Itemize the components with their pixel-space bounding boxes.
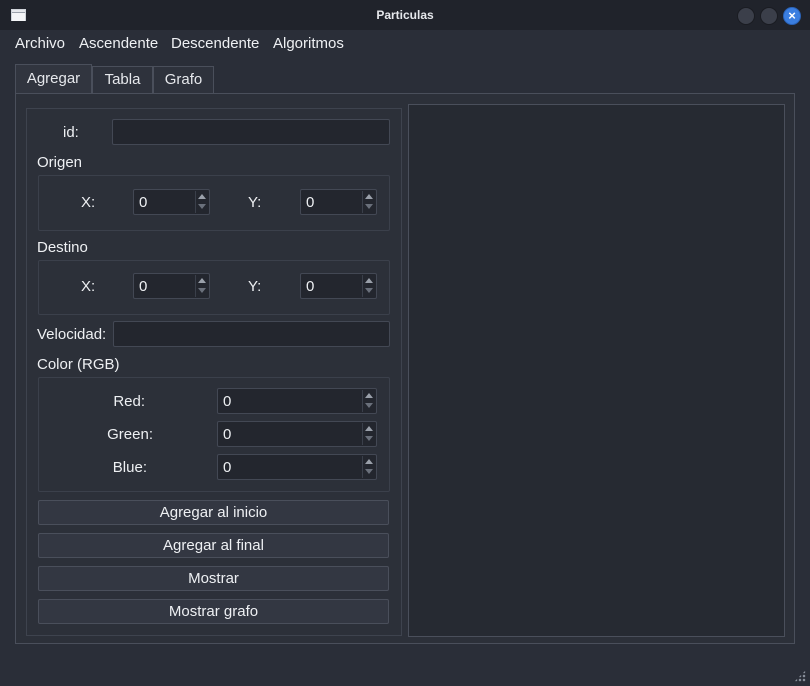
tab-grafo[interactable]: Grafo: [153, 66, 214, 93]
tab-agregar[interactable]: Agregar: [15, 64, 92, 94]
chevron-up-icon[interactable]: [365, 278, 373, 283]
destino-x-value: 0: [139, 278, 148, 295]
velocidad-label: Velocidad:: [37, 326, 107, 343]
origen-x-spinbox[interactable]: 0: [133, 189, 210, 215]
close-button[interactable]: ×: [783, 7, 801, 25]
red-label: Red:: [113, 393, 145, 410]
origen-y-value: 0: [306, 194, 315, 211]
spin-arrows[interactable]: [362, 456, 375, 478]
chevron-down-icon[interactable]: [365, 436, 373, 441]
origen-x-value: 0: [139, 194, 148, 211]
mostrar-grafo-button[interactable]: Mostrar grafo: [38, 599, 389, 624]
mostrar-button[interactable]: Mostrar: [38, 566, 389, 591]
spin-arrows[interactable]: [362, 275, 375, 297]
green-spinbox[interactable]: 0: [217, 421, 377, 447]
chevron-up-icon[interactable]: [365, 393, 373, 398]
chevron-down-icon[interactable]: [365, 288, 373, 293]
chevron-up-icon[interactable]: [198, 278, 206, 283]
origen-y-label: Y:: [248, 194, 262, 211]
menu-descendente[interactable]: Descendente: [171, 35, 259, 52]
velocidad-input[interactable]: [113, 321, 390, 347]
chevron-down-icon[interactable]: [198, 288, 206, 293]
chevron-up-icon[interactable]: [365, 194, 373, 199]
chevron-up-icon[interactable]: [198, 194, 206, 199]
spin-arrows[interactable]: [195, 191, 208, 213]
graphics-view[interactable]: [408, 104, 785, 637]
window-title: Particulas: [376, 8, 434, 22]
green-value: 0: [223, 426, 232, 443]
destino-y-spinbox[interactable]: 0: [300, 273, 377, 299]
chevron-up-icon[interactable]: [365, 459, 373, 464]
blue-value: 0: [223, 459, 232, 476]
red-spinbox[interactable]: 0: [217, 388, 377, 414]
chevron-up-icon[interactable]: [365, 426, 373, 431]
chevron-down-icon[interactable]: [365, 469, 373, 474]
menu-bar: Archivo Ascendente Descendente Algoritmo…: [0, 30, 810, 56]
menu-archivo[interactable]: Archivo: [15, 35, 65, 52]
red-value: 0: [223, 393, 232, 410]
spin-arrows[interactable]: [362, 390, 375, 412]
chevron-down-icon[interactable]: [365, 403, 373, 408]
blue-label: Blue:: [112, 459, 147, 476]
destino-title: Destino: [37, 239, 88, 256]
resize-grip-icon[interactable]: [794, 670, 806, 682]
destino-y-value: 0: [306, 278, 315, 295]
blue-spinbox[interactable]: 0: [217, 454, 377, 480]
menu-ascendente[interactable]: Ascendente: [79, 35, 158, 52]
origen-title: Origen: [37, 154, 83, 171]
destino-x-label: X:: [81, 278, 96, 295]
destino-y-label: Y:: [248, 278, 262, 295]
chevron-down-icon[interactable]: [198, 204, 206, 209]
agregar-inicio-button[interactable]: Agregar al inicio: [38, 500, 389, 525]
id-label: id:: [63, 124, 79, 141]
spin-arrows[interactable]: [362, 423, 375, 445]
menu-algoritmos[interactable]: Algoritmos: [273, 35, 344, 52]
close-icon: ×: [788, 8, 796, 23]
agregar-final-button[interactable]: Agregar al final: [38, 533, 389, 558]
origen-y-spinbox[interactable]: 0: [300, 189, 377, 215]
destino-x-spinbox[interactable]: 0: [133, 273, 210, 299]
tab-tabla[interactable]: Tabla: [92, 66, 153, 93]
minimize-button[interactable]: [737, 7, 755, 25]
green-label: Green:: [107, 426, 153, 443]
color-title: Color (RGB): [37, 356, 120, 373]
spin-arrows[interactable]: [362, 191, 375, 213]
maximize-button[interactable]: [760, 7, 778, 25]
chevron-down-icon[interactable]: [365, 204, 373, 209]
spin-arrows[interactable]: [195, 275, 208, 297]
title-bar: Particulas ×: [0, 0, 810, 30]
id-input[interactable]: [112, 119, 390, 145]
origen-x-label: X:: [81, 194, 96, 211]
